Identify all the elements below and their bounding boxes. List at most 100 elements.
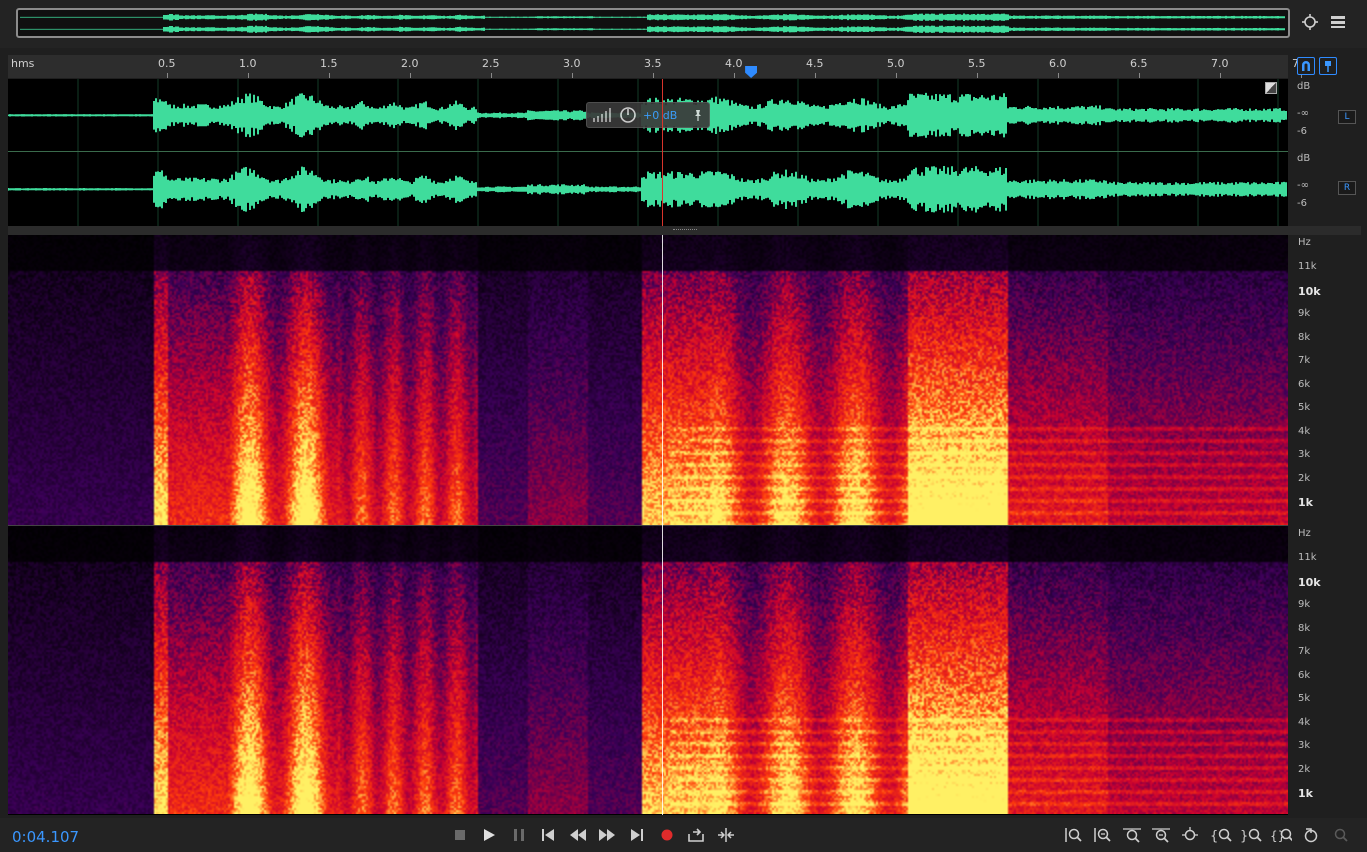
rewind-button[interactable] (568, 826, 588, 844)
record-button[interactable] (657, 826, 677, 844)
db-inf-label: -∞ (1297, 180, 1309, 191)
list-icon[interactable] (1328, 12, 1348, 32)
channel-badge-right[interactable]: R (1338, 181, 1356, 195)
crosshair-zoom-icon[interactable] (1300, 12, 1320, 32)
time-tick-mark (328, 73, 330, 78)
pause-button[interactable] (509, 826, 529, 844)
time-tick-mark (1219, 73, 1221, 78)
frequency-label: 7k (1298, 355, 1311, 366)
frequency-label: 8k (1298, 331, 1311, 343)
frequency-label: 3k (1298, 449, 1311, 460)
frequency-label: 3k (1298, 740, 1311, 751)
divider-grip[interactable] (673, 229, 697, 232)
time-ruler[interactable]: hms 0.5 1.0 1.5 2.0 2.5 3.0 3.5 4.0 4.5 5.0 5.5 6.0… (8, 55, 1310, 78)
time-tick-label: 5.0 (887, 57, 905, 70)
frequency-label: 5k (1298, 693, 1311, 704)
loop-playback-icon[interactable] (686, 826, 706, 844)
playhead-marker[interactable] (745, 66, 758, 78)
time-tick-mark (652, 73, 654, 78)
transport-bar: 0:04.107 { } {} (0, 818, 1367, 852)
time-tick-label: 4.5 (806, 57, 824, 70)
zoom-out-time-icon[interactable] (1150, 826, 1172, 844)
current-time-display[interactable]: 0:04.107 (12, 828, 79, 846)
skip-silence-icon[interactable] (716, 826, 736, 844)
gain-hud[interactable]: +0 dB (586, 102, 710, 128)
time-tick-mark (733, 73, 735, 78)
channel-badge-left[interactable]: L (1338, 110, 1356, 124)
db-minus6-label: -6 (1297, 126, 1307, 137)
frequency-label: 10k (1298, 575, 1321, 589)
db-unit-label: dB (1297, 153, 1311, 164)
time-tick-label: 5.5 (968, 57, 986, 70)
zoom-out-full-icon[interactable]: } (1240, 826, 1262, 844)
hz-unit-label: Hz (1298, 237, 1311, 248)
magnet-icon[interactable] (1297, 57, 1315, 75)
time-tick-label: 1.5 (320, 57, 338, 70)
overview-bar[interactable] (0, 0, 1367, 48)
frequency-label: 2k (1298, 763, 1311, 775)
time-tick-mark (976, 73, 978, 78)
play-button[interactable] (479, 826, 499, 844)
time-tick-label: 0.5 (158, 57, 176, 70)
waveform-channel-right[interactable] (8, 152, 1288, 226)
time-unit-label: hms (11, 57, 35, 70)
frequency-label: 8k (1298, 622, 1311, 634)
frequency-label: 6k (1298, 669, 1311, 681)
spectral-frequency-view[interactable] (8, 235, 1288, 815)
frequency-label: 5k (1298, 402, 1311, 413)
time-tick-mark (490, 73, 492, 78)
time-tick-label: 2.0 (401, 57, 419, 70)
time-tick-label: 6.5 (1130, 57, 1148, 70)
frequency-scale-left: Hz 11k 10k 9k 8k 7k 6k 5k 4k 3k 2k 1k (1292, 235, 1342, 525)
time-tick-label: 1.0 (239, 57, 257, 70)
spectrogram-channel-right[interactable] (8, 526, 1288, 814)
pin-icon[interactable] (1319, 57, 1337, 75)
frequency-label: 11k (1298, 552, 1317, 563)
zoom-reset-icon[interactable] (1300, 826, 1322, 844)
pin-icon[interactable] (693, 109, 703, 121)
db-minus6-label: -6 (1297, 198, 1307, 209)
zoom-full-icon[interactable] (1179, 826, 1201, 844)
zoom-in-time-icon[interactable] (1121, 826, 1143, 844)
go-to-start-button[interactable] (538, 826, 558, 844)
zoom-to-fit-icon[interactable]: {} (1270, 826, 1292, 844)
go-to-end-button[interactable] (627, 826, 647, 844)
frequency-scale-right: Hz 11k 10k 9k 8k 7k 6k 5k 4k 3k 2k 1k (1292, 526, 1342, 816)
gain-knob-icon[interactable] (619, 106, 637, 124)
zoom-out-amplitude-icon[interactable] (1092, 826, 1114, 844)
frequency-label: 9k (1298, 308, 1311, 319)
ruler-tools (1294, 55, 1342, 78)
db-unit-label: dB (1297, 81, 1311, 92)
time-tick-label: 4.0 (725, 57, 743, 70)
db-scale-right: dB -∞ -6 (1292, 153, 1342, 223)
gain-value[interactable]: +0 dB (643, 109, 677, 122)
stop-button[interactable] (450, 826, 470, 844)
playhead-line[interactable] (662, 79, 663, 226)
frequency-label: 4k (1298, 425, 1311, 437)
spectral-toggle-icon[interactable] (1265, 82, 1277, 94)
spectrogram-channel-left[interactable] (8, 235, 1288, 525)
time-tick-label: 2.5 (482, 57, 500, 70)
hz-unit-label: Hz (1298, 528, 1311, 539)
db-scale-left: dB -∞ -6 (1292, 81, 1342, 151)
time-tick-label: 3.5 (644, 57, 662, 70)
svg-text:}: } (1240, 829, 1248, 843)
playhead-line-spectral[interactable] (662, 235, 663, 815)
frequency-label: 1k (1298, 787, 1313, 800)
zoom-in-amplitude-icon[interactable] (1063, 826, 1085, 844)
frequency-label: 7k (1298, 646, 1311, 657)
frequency-label: 9k (1298, 599, 1311, 610)
time-tick-mark (166, 73, 168, 78)
frequency-label: 11k (1298, 261, 1317, 272)
level-meter-icon (593, 108, 611, 122)
zoom-selection-icon[interactable]: { (1210, 826, 1232, 844)
time-tick-mark (409, 73, 411, 78)
fast-forward-button[interactable] (597, 826, 617, 844)
view-divider-handle[interactable] (8, 226, 1361, 235)
time-tick-label: 7.0 (1211, 57, 1229, 70)
frequency-label: 1k (1298, 496, 1313, 509)
overview-waveform (20, 13, 1285, 33)
zoom-disabled-icon (1330, 826, 1352, 844)
frequency-label: 4k (1298, 716, 1311, 728)
frequency-label: 2k (1298, 472, 1311, 484)
